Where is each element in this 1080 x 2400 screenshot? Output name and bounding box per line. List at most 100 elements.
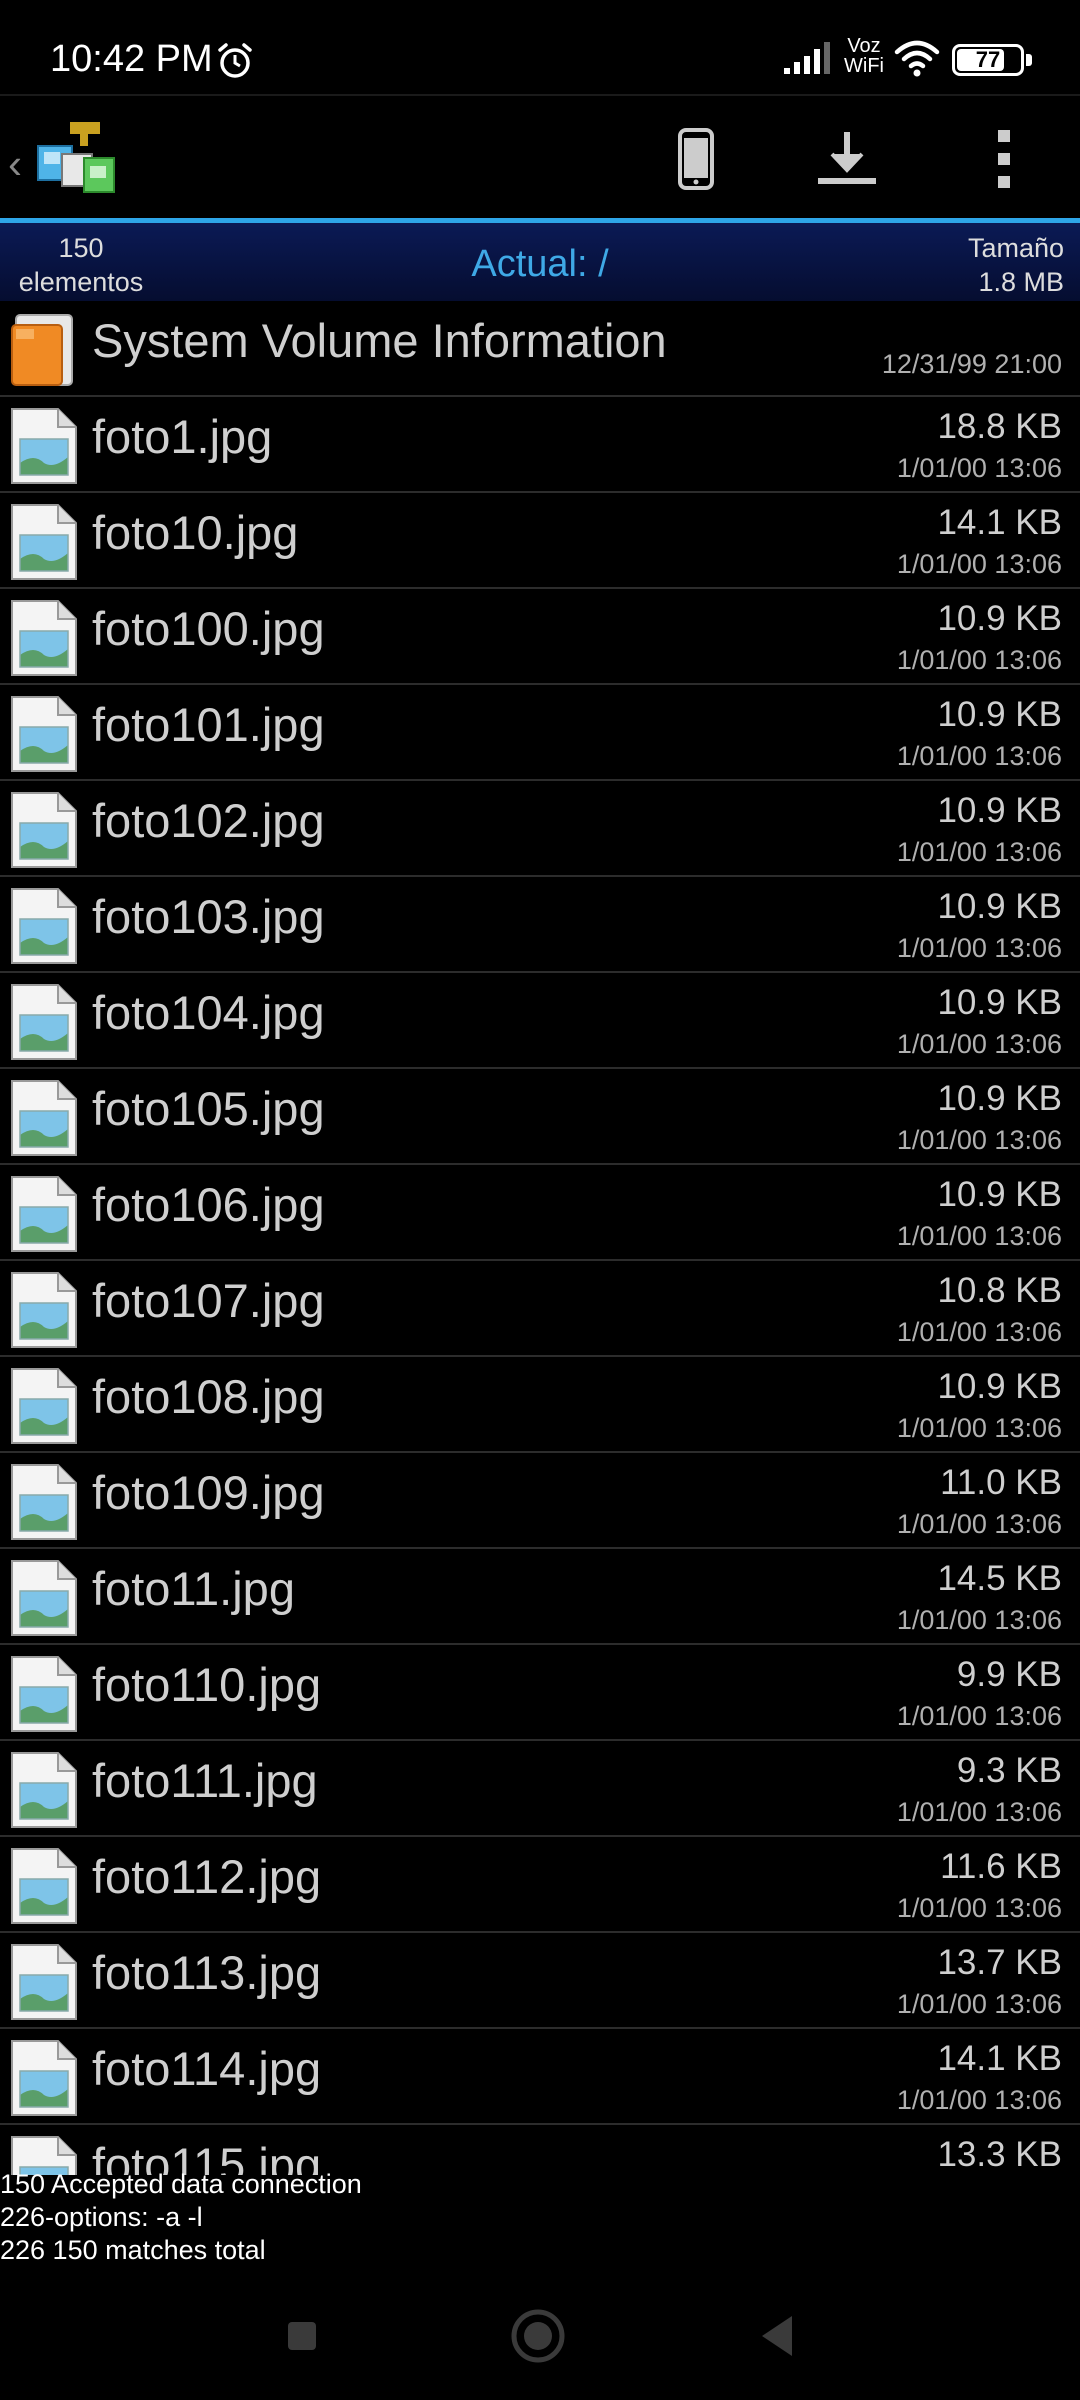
file-row[interactable]: foto107.jpg 10.8 KB 1/01/00 13:06	[0, 1261, 1080, 1357]
file-date: 1/01/00 13:06	[896, 1125, 1062, 1155]
file-size: 10.9 KB	[937, 983, 1062, 1022]
total-size: Tamaño 1.8 MB	[968, 231, 1064, 299]
file-row[interactable]: foto1.jpg 18.8 KB 1/01/00 13:06	[0, 397, 1080, 493]
file-date: 1/01/00 13:06	[896, 837, 1062, 867]
file-date: 1/01/00 13:06	[896, 1893, 1062, 1923]
download-icon[interactable]	[812, 124, 882, 194]
file-name: foto101.jpg	[92, 698, 325, 751]
file-row[interactable]: foto101.jpg 10.9 KB 1/01/00 13:06	[0, 685, 1080, 781]
file-date: 1/01/00 13:06	[896, 1221, 1062, 1251]
image-file-icon	[10, 791, 78, 869]
image-file-icon	[10, 2039, 78, 2117]
wifi-label: WiFi	[844, 55, 884, 77]
file-name: foto104.jpg	[92, 986, 325, 1039]
file-name: foto105.jpg	[92, 1082, 325, 1135]
file-list[interactable]: System Volume Information 12/31/99 21:00 f…	[0, 301, 1080, 2175]
file-date: 1/01/00 13:06	[896, 741, 1062, 771]
file-size: 11.6 KB	[940, 1847, 1062, 1886]
file-date: 1/01/00 13:06	[896, 1701, 1062, 1731]
file-name: foto109.jpg	[92, 1466, 325, 1519]
smartphone-icon[interactable]	[660, 124, 730, 194]
image-file-icon	[10, 983, 78, 1061]
log-line: 150 Accepted data connection	[0, 2169, 362, 2199]
file-row[interactable]: foto11.jpg 14.5 KB 1/01/00 13:06	[0, 1549, 1080, 1645]
file-date: 1/01/00 13:06	[896, 1317, 1062, 1347]
file-name: foto10.jpg	[92, 506, 299, 559]
file-row[interactable]: foto103.jpg 10.9 KB 1/01/00 13:06	[0, 877, 1080, 973]
file-date: 1/01/00 13:06	[896, 1029, 1062, 1059]
file-name: foto111.jpg	[92, 1754, 318, 1807]
file-size: 11.0 KB	[940, 1463, 1062, 1502]
file-size: 9.3 KB	[956, 1751, 1062, 1790]
system-nav-bar	[0, 2270, 1080, 2400]
battery-level: 77	[975, 47, 1001, 72]
status-bar: 10:42 PM Voz WiFi 77	[0, 0, 1080, 94]
file-row[interactable]: foto104.jpg 10.9 KB 1/01/00 13:06	[0, 973, 1080, 1069]
ftp-server-logo-icon[interactable]	[34, 118, 118, 198]
folder-row[interactable]: System Volume Information 12/31/99 21:00	[0, 301, 1080, 397]
file-date: 12/31/99 21:00	[881, 349, 1062, 379]
file-size: 9.9 KB	[956, 1655, 1062, 1694]
file-row[interactable]: foto109.jpg 11.0 KB 1/01/00 13:06	[0, 1453, 1080, 1549]
image-file-icon	[10, 1559, 78, 1637]
image-file-icon	[10, 599, 78, 677]
file-row[interactable]: foto105.jpg 10.9 KB 1/01/00 13:06	[0, 1069, 1080, 1165]
file-date: 1/01/00 13:06	[896, 549, 1062, 579]
app-toolbar: ‹	[0, 94, 1080, 220]
file-date: 1/01/00 13:06	[896, 2085, 1062, 2115]
battery-indicator: 77	[952, 44, 1024, 76]
file-size: 14.1 KB	[937, 503, 1062, 542]
image-file-icon	[10, 1079, 78, 1157]
image-file-icon	[10, 1655, 78, 1733]
file-name: foto114.jpg	[92, 2042, 322, 2095]
file-name: foto100.jpg	[92, 602, 325, 655]
status-time: 10:42 PM	[50, 38, 213, 80]
file-row[interactable]: foto108.jpg 10.9 KB 1/01/00 13:06	[0, 1357, 1080, 1453]
file-name: foto110.jpg	[92, 1658, 322, 1711]
file-date: 1/01/00 13:06	[896, 1989, 1062, 2019]
file-size: 10.9 KB	[937, 599, 1062, 638]
file-row[interactable]: foto114.jpg 14.1 KB 1/01/00 13:06	[0, 2029, 1080, 2125]
image-file-icon	[10, 1847, 78, 1925]
file-date: 1/01/00 13:06	[896, 1413, 1062, 1443]
file-date: 1/01/00 13:06	[896, 933, 1062, 963]
more-vertical-icon[interactable]	[968, 124, 1038, 194]
image-file-icon	[10, 695, 78, 773]
file-size: 13.7 KB	[937, 1943, 1062, 1982]
image-file-icon	[10, 1751, 78, 1829]
file-row[interactable]: foto106.jpg 10.9 KB 1/01/00 13:06	[0, 1165, 1080, 1261]
file-name: foto1.jpg	[92, 410, 273, 463]
connection-log: 150 Accepted data connection 226-options:…	[0, 2168, 1080, 2268]
image-file-icon	[10, 1271, 78, 1349]
file-name: foto108.jpg	[92, 1370, 325, 1423]
file-date: 1/01/00 13:06	[896, 1509, 1062, 1539]
file-row[interactable]: foto10.jpg 14.1 KB 1/01/00 13:06	[0, 493, 1080, 589]
chevron-left-icon[interactable]: ‹	[8, 140, 22, 188]
file-row[interactable]: foto110.jpg 9.9 KB 1/01/00 13:06	[0, 1645, 1080, 1741]
voz-label: Voz	[847, 35, 881, 57]
file-row[interactable]: foto100.jpg 10.9 KB 1/01/00 13:06	[0, 589, 1080, 685]
file-row[interactable]: foto102.jpg 10.9 KB 1/01/00 13:06	[0, 781, 1080, 877]
file-name: foto11.jpg	[92, 1562, 295, 1615]
image-file-icon	[10, 1175, 78, 1253]
total-size-value: 1.8 MB	[978, 267, 1064, 297]
file-size: 10.9 KB	[937, 695, 1062, 734]
image-file-icon	[10, 1943, 78, 2021]
back-triangle-icon[interactable]	[748, 2306, 808, 2366]
cellular-signal-icon	[784, 42, 830, 74]
recent-apps-icon[interactable]	[272, 2306, 332, 2366]
home-icon[interactable]	[508, 2306, 568, 2366]
log-line: 226 150 matches total	[0, 2235, 266, 2265]
file-size: 10.9 KB	[937, 1079, 1062, 1118]
file-row[interactable]: foto111.jpg 9.3 KB 1/01/00 13:06	[0, 1741, 1080, 1837]
folder-icon	[10, 311, 78, 389]
file-size: 14.5 KB	[937, 1559, 1062, 1598]
file-date: 1/01/00 13:06	[896, 645, 1062, 675]
log-line: 226-options: -a -l	[0, 2202, 203, 2232]
file-name: System Volume Information	[92, 314, 667, 367]
file-row[interactable]: foto112.jpg 11.6 KB 1/01/00 13:06	[0, 1837, 1080, 1933]
file-size: 10.9 KB	[937, 1367, 1062, 1406]
file-row[interactable]: foto113.jpg 13.7 KB 1/01/00 13:06	[0, 1933, 1080, 2029]
file-size: 10.9 KB	[937, 791, 1062, 830]
file-size: 10.9 KB	[937, 1175, 1062, 1214]
